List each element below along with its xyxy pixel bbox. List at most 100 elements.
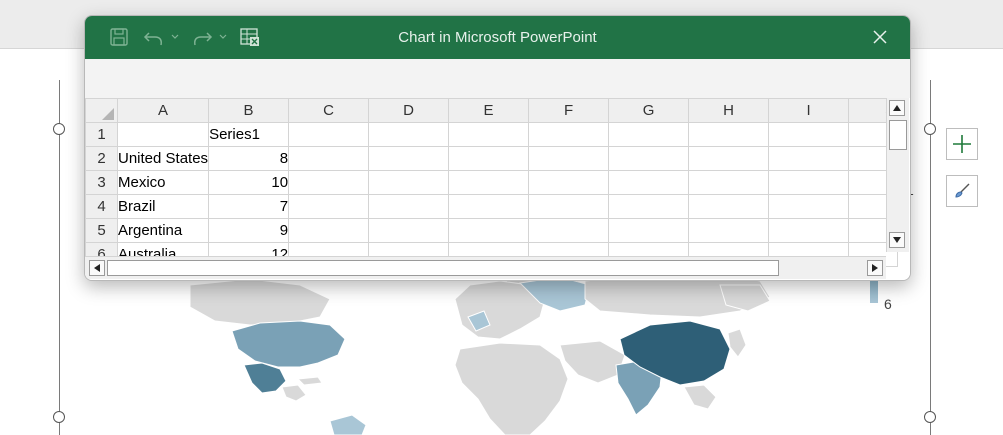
vertical-scroll-thumb[interactable] <box>889 120 907 150</box>
window-titlebar: Chart in Microsoft PowerPoint <box>85 16 910 59</box>
cell[interactable] <box>448 218 530 243</box>
cell[interactable] <box>768 194 850 219</box>
cell[interactable] <box>288 146 370 171</box>
horizontal-scrollbar[interactable] <box>85 256 886 279</box>
cell-a4[interactable]: Brazil <box>116 194 210 219</box>
map-region-united-states <box>231 320 346 368</box>
cell[interactable] <box>368 122 450 147</box>
resize-handle-bottom-right[interactable] <box>924 411 936 423</box>
cell[interactable] <box>448 170 530 195</box>
scroll-left-button[interactable] <box>89 260 105 276</box>
cell[interactable] <box>448 194 530 219</box>
column-header-row: A B C D E F G H I J <box>85 98 899 123</box>
cell[interactable] <box>528 170 610 195</box>
chart-styles-button[interactable] <box>946 175 978 207</box>
cell-b4[interactable]: 7 <box>208 194 290 219</box>
map-region-caribbean <box>296 376 323 386</box>
column-header-f[interactable]: F <box>528 98 610 123</box>
cell[interactable] <box>688 218 770 243</box>
cell-b2[interactable]: 8 <box>208 146 290 171</box>
cell[interactable] <box>448 146 530 171</box>
scroll-right-button[interactable] <box>867 260 883 276</box>
column-header-h[interactable]: H <box>688 98 770 123</box>
map-region-southeast-asia <box>683 384 717 410</box>
chart-elements-button[interactable] <box>946 128 978 160</box>
resize-handle-top-right[interactable] <box>924 123 936 135</box>
cell-a5[interactable]: Argentina <box>116 218 210 243</box>
chart-elements-icon <box>953 135 971 153</box>
column-header-i[interactable]: I <box>768 98 850 123</box>
cell[interactable] <box>528 122 610 147</box>
row-header[interactable]: 3 <box>85 170 118 195</box>
resize-handle-top-left[interactable] <box>53 123 65 135</box>
table-row: 1 Series1 <box>85 122 899 147</box>
chart-styles-icon <box>955 183 970 198</box>
cell-b5[interactable]: 9 <box>208 218 290 243</box>
map-region-africa <box>454 342 569 435</box>
row-header[interactable]: 5 <box>85 218 118 243</box>
row-header[interactable]: 2 <box>85 146 118 171</box>
map-region-canada <box>189 278 331 326</box>
horizontal-scroll-thumb[interactable] <box>107 260 779 276</box>
cell[interactable] <box>768 170 850 195</box>
column-header-g[interactable]: G <box>608 98 690 123</box>
table-row: 3 Mexico 10 <box>85 170 899 195</box>
column-header-a[interactable]: A <box>116 98 210 123</box>
cell[interactable] <box>288 122 370 147</box>
cell[interactable] <box>528 218 610 243</box>
scroll-up-button[interactable] <box>889 100 905 116</box>
cell[interactable] <box>288 218 370 243</box>
cell[interactable] <box>768 146 850 171</box>
cell[interactable] <box>288 194 370 219</box>
cell[interactable] <box>688 122 770 147</box>
spreadsheet-grid: A B C D E F G H I J 1 Series1 2 United S… <box>85 98 910 280</box>
column-header-d[interactable]: D <box>368 98 450 123</box>
column-header-c[interactable]: C <box>288 98 370 123</box>
legend-gradient-bar <box>870 281 878 303</box>
cell[interactable] <box>368 146 450 171</box>
cell[interactable] <box>288 170 370 195</box>
window-title: Chart in Microsoft PowerPoint <box>398 29 597 46</box>
cell[interactable] <box>368 218 450 243</box>
column-header-b[interactable]: B <box>208 98 290 123</box>
row-header[interactable]: 4 <box>85 194 118 219</box>
column-header-e[interactable]: E <box>448 98 530 123</box>
legend-bottom-value: 6 <box>884 296 892 312</box>
cell[interactable] <box>608 194 690 219</box>
cell[interactable] <box>768 122 850 147</box>
table-row: 4 Brazil 7 <box>85 194 899 219</box>
cell[interactable] <box>608 122 690 147</box>
scroll-down-button[interactable] <box>889 232 905 248</box>
cell[interactable] <box>608 146 690 171</box>
excel-data-window: Chart in Microsoft PowerPoint A B C D E … <box>84 15 911 281</box>
vertical-scrollbar[interactable] <box>886 98 909 252</box>
cell-a1[interactable] <box>116 122 210 147</box>
cell[interactable] <box>688 170 770 195</box>
cell-a3[interactable]: Mexico <box>116 170 210 195</box>
window-ribbon <box>85 59 910 99</box>
arrow-right-icon <box>872 264 878 272</box>
table-row: 2 United States 8 <box>85 146 899 171</box>
map-region-japan-korea <box>727 328 747 358</box>
cell[interactable] <box>528 146 610 171</box>
arrow-down-icon <box>893 237 901 243</box>
cell-b1[interactable]: Series1 <box>208 122 290 147</box>
cell[interactable] <box>608 218 690 243</box>
cell[interactable] <box>688 194 770 219</box>
select-all-corner[interactable] <box>85 98 118 123</box>
data-sheet: A B C D E F G H I J 1 Series1 2 United S… <box>85 98 899 267</box>
cell[interactable] <box>688 146 770 171</box>
cell-b3[interactable]: 10 <box>208 170 290 195</box>
cell[interactable] <box>368 194 450 219</box>
cell[interactable] <box>528 194 610 219</box>
map-region-middle-east <box>559 340 626 384</box>
cell[interactable] <box>608 170 690 195</box>
cell[interactable] <box>448 122 530 147</box>
arrow-up-icon <box>893 105 901 111</box>
cell-a2[interactable]: United States <box>116 146 210 171</box>
resize-handle-bottom-left[interactable] <box>53 411 65 423</box>
row-header[interactable]: 1 <box>85 122 118 147</box>
cell[interactable] <box>768 218 850 243</box>
close-icon[interactable] <box>872 26 888 48</box>
cell[interactable] <box>368 170 450 195</box>
